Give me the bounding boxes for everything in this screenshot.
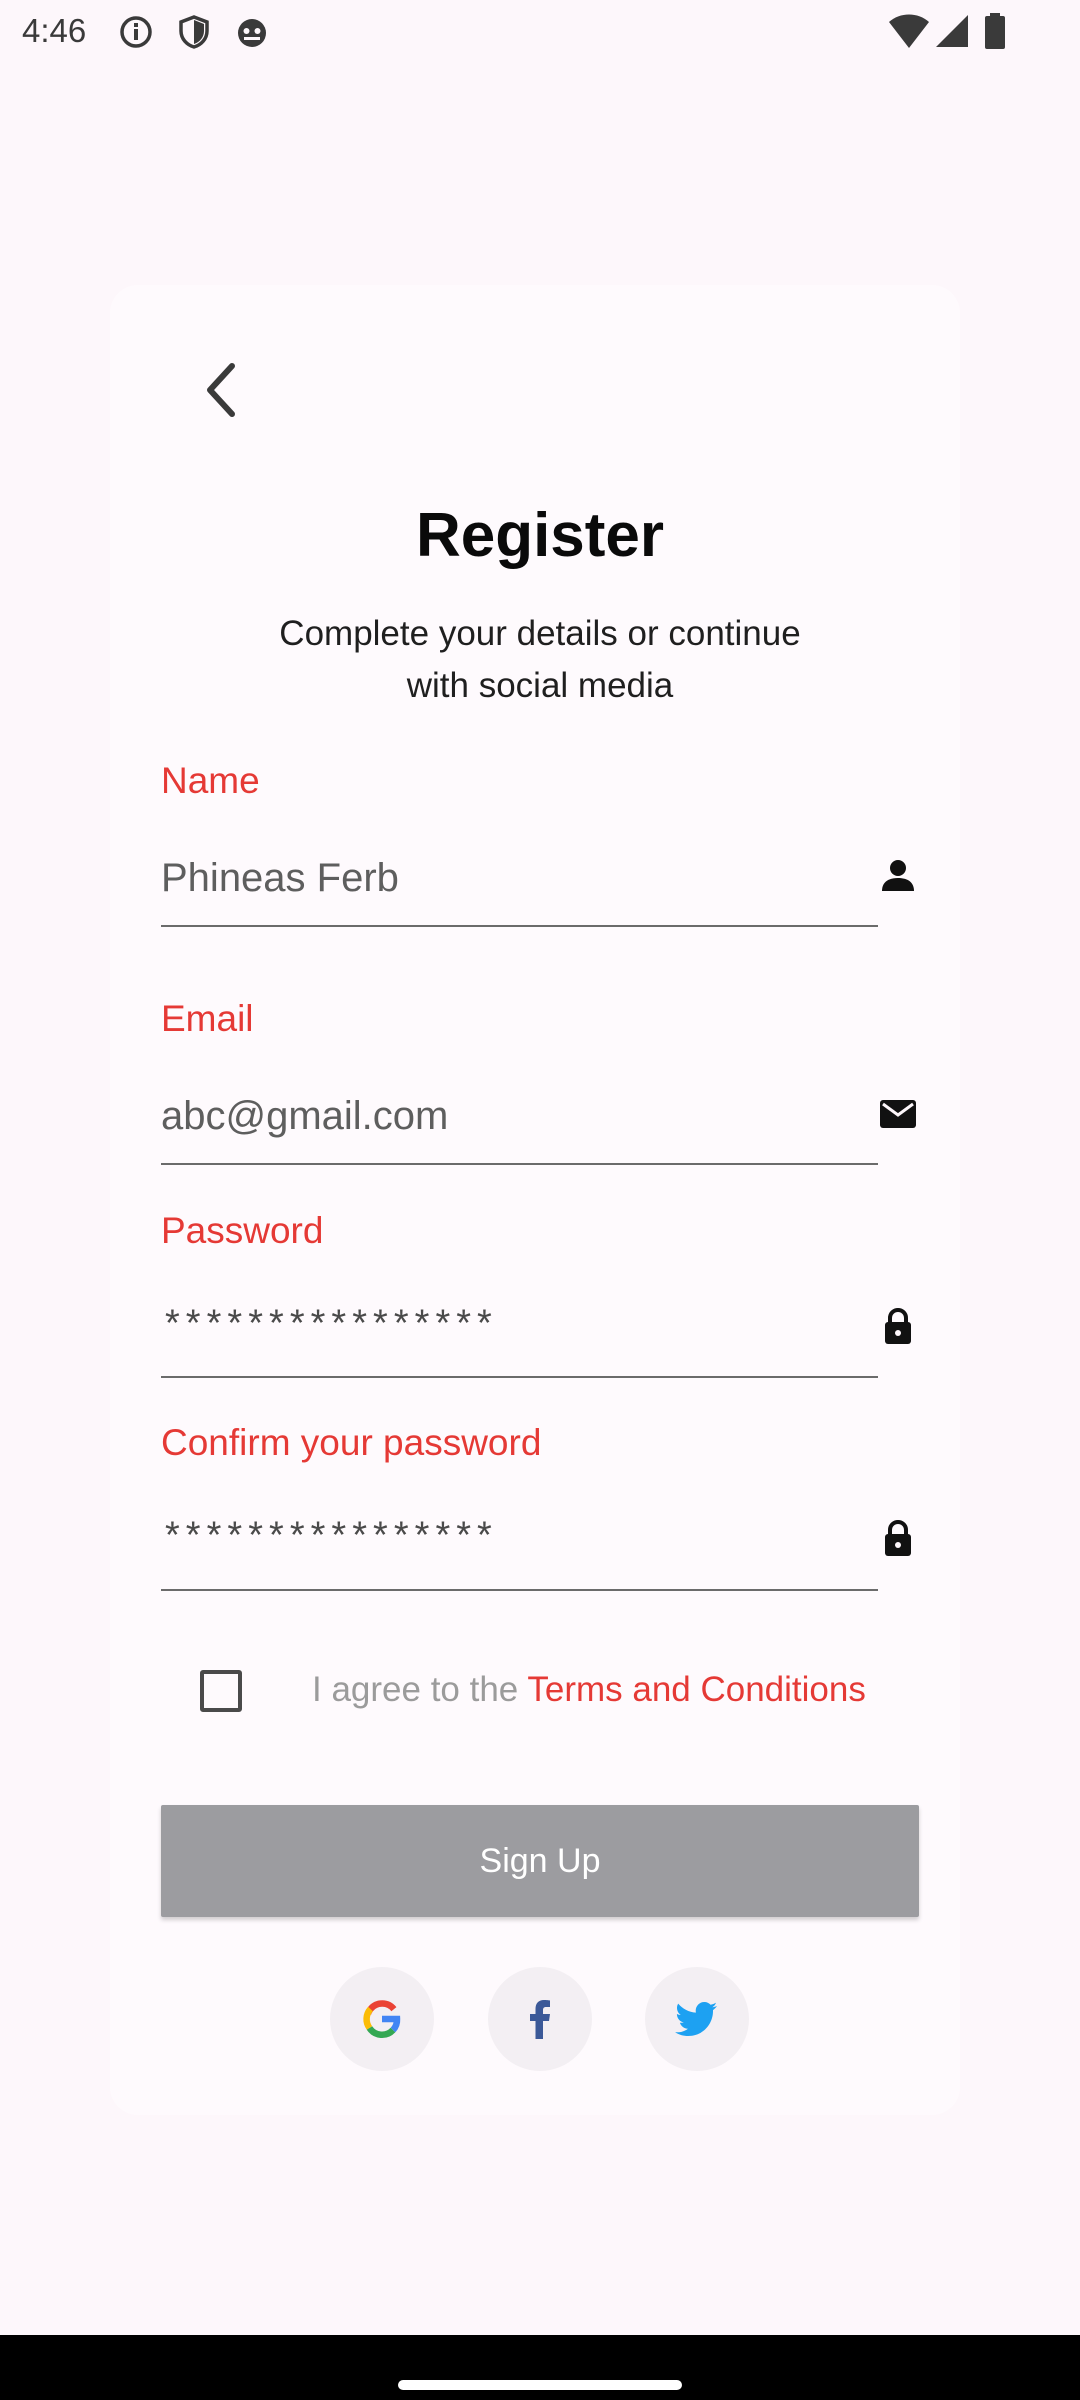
shield-icon: [179, 15, 209, 49]
name-label: Name: [161, 760, 260, 801]
twitter-icon: [675, 2002, 717, 2036]
terms-agreement-text: I agree to the Terms and Conditions: [312, 1670, 866, 1710]
confirm-password-underline: [161, 1589, 878, 1591]
battery-icon: [985, 13, 1005, 49]
terms-link[interactable]: Terms and Conditions: [527, 1670, 866, 1709]
email-underline: [161, 1163, 878, 1165]
email-field[interactable]: [161, 1086, 861, 1146]
person-icon: [882, 860, 914, 891]
password-label: Password: [161, 1210, 324, 1251]
subtitle-line-2: with social media: [406, 666, 674, 705]
android-debug-icon: [238, 19, 266, 47]
facebook-icon: [530, 2000, 550, 2039]
page-subtitle: Complete your details or continue with s…: [230, 608, 850, 712]
status-bar: 4:46: [0, 0, 1080, 62]
name-field[interactable]: [161, 848, 861, 908]
cellular-signal-icon: [936, 15, 968, 47]
facebook-login-button[interactable]: [488, 1967, 592, 2071]
page-title: Register: [415, 501, 665, 570]
wifi-icon: [889, 14, 929, 48]
confirm-password-field[interactable]: [161, 1509, 861, 1569]
register-screen: 4:46 Register Complete your details or c…: [0, 0, 1080, 2400]
mail-icon: [880, 1100, 916, 1128]
google-login-button[interactable]: [330, 1967, 434, 2071]
twitter-login-button[interactable]: [645, 1967, 749, 2071]
sign-up-button[interactable]: Sign Up: [161, 1805, 919, 1917]
password-underline: [161, 1376, 878, 1378]
password-field[interactable]: [161, 1297, 861, 1357]
terms-checkbox[interactable]: [200, 1670, 242, 1712]
status-time: 4:46: [22, 12, 87, 49]
navigation-bar: [0, 2335, 1080, 2400]
home-gesture-handle[interactable]: [398, 2380, 682, 2390]
google-icon: [363, 2000, 401, 2038]
back-arrow-icon[interactable]: [190, 358, 254, 422]
confirm-password-label: Confirm your password: [161, 1422, 542, 1463]
lock-icon: [885, 1307, 911, 1344]
agree-prefix: I agree to the: [312, 1670, 519, 1709]
name-underline: [161, 925, 878, 927]
info-icon: [120, 16, 152, 48]
lock-icon: [885, 1519, 911, 1556]
email-label: Email: [161, 998, 254, 1039]
subtitle-line-1: Complete your details or continue: [279, 614, 801, 653]
